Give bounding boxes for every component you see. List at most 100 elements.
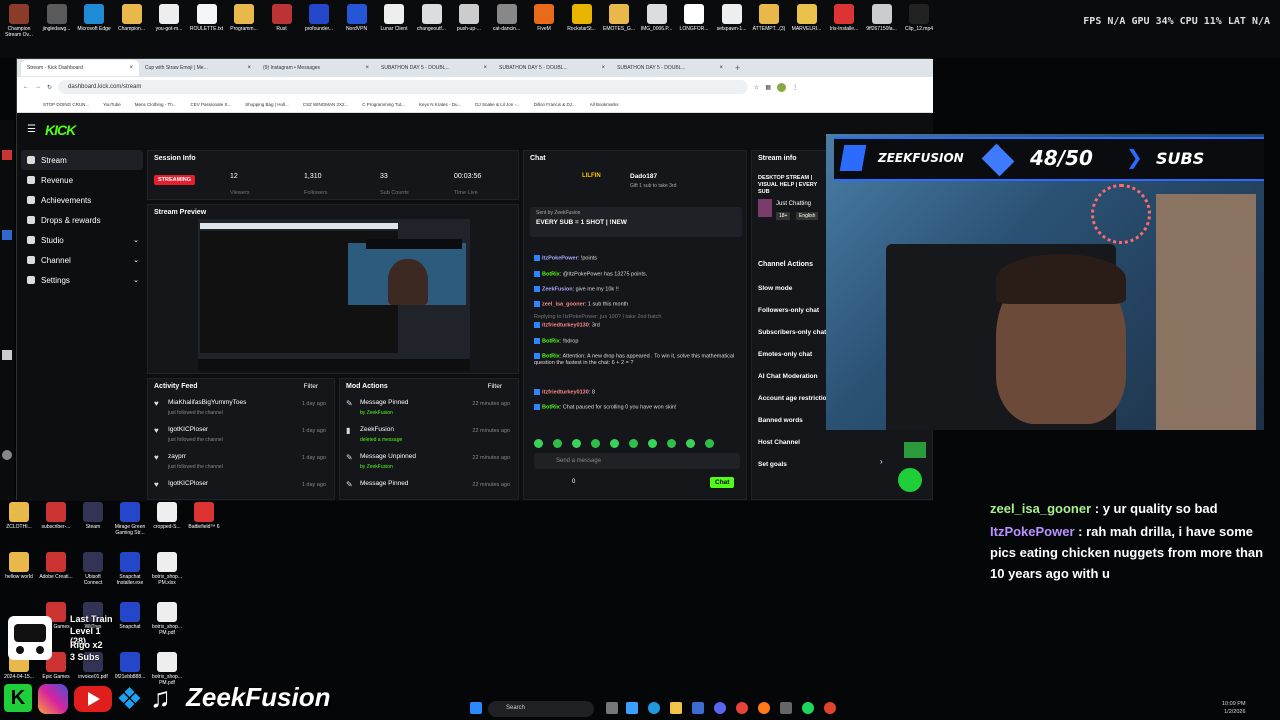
close-icon[interactable]: × xyxy=(129,65,133,71)
bookmark-item[interactable]: STOP DOING CRUN... xyxy=(43,102,89,107)
emote-icon[interactable] xyxy=(629,439,638,448)
spotify-icon[interactable] xyxy=(802,702,814,714)
bookmark-item[interactable]: C Programming Tut... xyxy=(362,102,405,107)
close-icon[interactable]: × xyxy=(483,65,487,71)
app-icon[interactable] xyxy=(2,230,12,240)
emote-icon[interactable] xyxy=(648,439,657,448)
close-icon[interactable]: × xyxy=(247,65,251,71)
bookmark-item[interactable]: All Bookmarks xyxy=(590,102,619,107)
emote-row[interactable] xyxy=(534,439,740,449)
desktop-icon[interactable]: Steam xyxy=(76,502,110,530)
chat-send-button[interactable]: Chat xyxy=(710,477,735,488)
firefox-icon[interactable] xyxy=(758,702,770,714)
sidebar-item-drops-rewards[interactable]: Drops & rewards xyxy=(21,210,143,230)
bookmark-item[interactable]: DJ Snake & Lil Jon -... xyxy=(475,102,520,107)
close-icon[interactable]: × xyxy=(719,65,723,71)
desktop-icon[interactable]: subscriber-... xyxy=(39,502,73,530)
chat-message[interactable]: ItzPokePower: !points xyxy=(534,255,740,262)
mod-action-row[interactable]: ✎ Message Pinned by ZeekFusion 22 minutes a… xyxy=(340,395,516,422)
clock[interactable]: 10:09 PM 1/2/2026 xyxy=(1222,700,1246,716)
bookmark-item[interactable]: Dillon Francis & DJ... xyxy=(534,102,576,107)
desktop-icon[interactable]: Mirage Green Gaming Str... xyxy=(113,502,147,536)
pinned-message[interactable]: Sent by ZeekFusion EVERY SUB = 1 SHOT | … xyxy=(530,207,742,237)
desktop-icon[interactable]: 9ff267150fa... xyxy=(865,4,899,32)
mod-action-row[interactable]: ✎ Message Pinned 22 minutes ago xyxy=(340,476,516,503)
desktop-icon[interactable]: Microsoft Edge xyxy=(77,4,111,32)
desktop-icon[interactable]: Battlefield™ 6 xyxy=(187,502,221,530)
channel-action-item[interactable]: Host Channel xyxy=(758,439,800,446)
chat-message[interactable]: BotRix: @ItzPokePower has 13275 points. xyxy=(534,271,740,278)
desktop-icon[interactable]: hellow world xyxy=(2,552,36,580)
sidebar-item-revenue[interactable]: Revenue xyxy=(21,170,143,190)
browser-tab[interactable]: SUBATHON DAY 5 - DOUBL... × xyxy=(375,60,493,76)
chat-message[interactable]: zeel_isa_gooner: 1 sub this month xyxy=(534,301,740,308)
chevron-right-icon[interactable]: › xyxy=(880,457,883,466)
app-icon[interactable] xyxy=(2,350,12,360)
url-input[interactable]: dashboard.kick.com/stream xyxy=(58,80,749,94)
desktop-icon[interactable]: profounder... xyxy=(302,4,336,32)
new-tab-icon[interactable]: + xyxy=(735,63,740,73)
browser-tab[interactable]: Cup with Straw Emoji | Me... × xyxy=(139,60,257,76)
emote-icon[interactable] xyxy=(572,439,581,448)
desktop-icon[interactable]: setspawn-1... xyxy=(715,4,749,32)
channel-action-item[interactable]: Set goals xyxy=(758,461,787,468)
emote-icon[interactable] xyxy=(610,439,619,448)
bookmark-item[interactable]: YouTube xyxy=(103,102,121,107)
mod-action-row[interactable]: ▮ ZeekFusion deleted a message 22 minutes a… xyxy=(340,422,516,449)
chat-message[interactable]: BotRix: Attention: A new drop has appear… xyxy=(534,353,740,367)
desktop-icon[interactable]: Champion... xyxy=(115,4,149,32)
activity-row[interactable]: ♥ IgotKICPloser 1 day ago xyxy=(148,476,332,503)
close-icon[interactable]: × xyxy=(365,65,369,71)
chrome-icon[interactable] xyxy=(736,702,748,714)
chat-message[interactable]: ZeekFusion: give me my 10k !! xyxy=(534,286,740,293)
desktop-icon[interactable]: jingledawg... xyxy=(40,4,74,32)
bookmark-item[interactable]: CEV Passionate S... xyxy=(190,102,231,107)
desktop-icon[interactable]: LONGFOR... xyxy=(677,4,711,32)
desktop-icon[interactable]: IMG_0006.P... xyxy=(640,4,674,32)
emote-icon[interactable] xyxy=(534,439,543,448)
desktop-icon[interactable]: changeoutf... xyxy=(415,4,449,32)
desktop-icon[interactable]: botrix_shop... PM.pdf xyxy=(150,602,184,636)
back-icon[interactable]: ← xyxy=(23,84,29,90)
sidebar-item-stream[interactable]: Stream xyxy=(21,150,143,170)
kick-logo[interactable]: KICK xyxy=(45,122,76,138)
explorer-icon[interactable] xyxy=(670,702,682,714)
activity-row[interactable]: ♥ zayprr just followed the channel 1 day ag… xyxy=(148,449,332,476)
chat-message[interactable]: itzfriedturkey0130: 8 xyxy=(534,389,740,396)
emote-icon[interactable] xyxy=(667,439,676,448)
bookmark-item[interactable]: Shopping Bag | Holl... xyxy=(245,102,288,107)
hamburger-icon[interactable]: ☰ xyxy=(27,124,36,135)
sidebar-item-channel[interactable]: Channel ⌄ xyxy=(21,250,143,270)
edge-icon[interactable] xyxy=(648,702,660,714)
chat-message[interactable]: Replying to ItzPokePower: jus 100? I tak… xyxy=(534,314,740,321)
desktop-icon[interactable]: botrix_shop... PM.xlsx xyxy=(150,552,184,586)
emote-icon[interactable] xyxy=(705,439,714,448)
profile-avatar[interactable] xyxy=(777,82,787,92)
activity-row[interactable]: ♥ IgotKICPloser just followed the channel 1… xyxy=(148,422,332,449)
app-icon[interactable] xyxy=(780,702,792,714)
emote-icon[interactable] xyxy=(686,439,695,448)
channel-action-item[interactable]: Emotes-only chat xyxy=(758,351,812,358)
desktop-icon[interactable]: Rust xyxy=(265,4,299,32)
channel-action-item[interactable]: Banned words xyxy=(758,417,803,424)
browser-tab[interactable]: Stream - Kick Dashboard × xyxy=(21,60,139,76)
desktop-icon[interactable]: MARVELRI... xyxy=(790,4,824,32)
bookmark-item[interactable]: CSZ WINGMAN 2X2... xyxy=(303,102,349,107)
app-icon[interactable] xyxy=(824,702,836,714)
app-icon[interactable] xyxy=(904,442,926,458)
desktop-icon[interactable]: ROULETTE.txt xyxy=(190,4,224,32)
desktop-icon[interactable]: cropped-S... xyxy=(150,502,184,530)
channel-action-item[interactable]: Subscribers-only chat xyxy=(758,329,826,336)
record-icon[interactable] xyxy=(898,468,922,492)
desktop-icon[interactable]: Snapchat Installer.exe xyxy=(113,552,147,586)
channel-action-item[interactable]: AI Chat Moderation xyxy=(758,373,818,380)
star-icon[interactable]: ☆ xyxy=(754,84,759,91)
channel-action-item[interactable]: Slow mode xyxy=(758,285,792,292)
desktop-icon[interactable]: Snapchat xyxy=(113,602,147,630)
app-icon[interactable] xyxy=(692,702,704,714)
sidebar-item-settings[interactable]: Settings ⌄ xyxy=(21,270,143,290)
mod-action-row[interactable]: ✎ Message Unpinned by ZeekFusion 22 minutes… xyxy=(340,449,516,476)
desktop-icon[interactable]: you-got-m... xyxy=(152,4,186,32)
discord-icon[interactable] xyxy=(714,702,726,714)
activity-row[interactable]: ♥ MiaKhalifasBigYummyToes just followed th… xyxy=(148,395,332,422)
